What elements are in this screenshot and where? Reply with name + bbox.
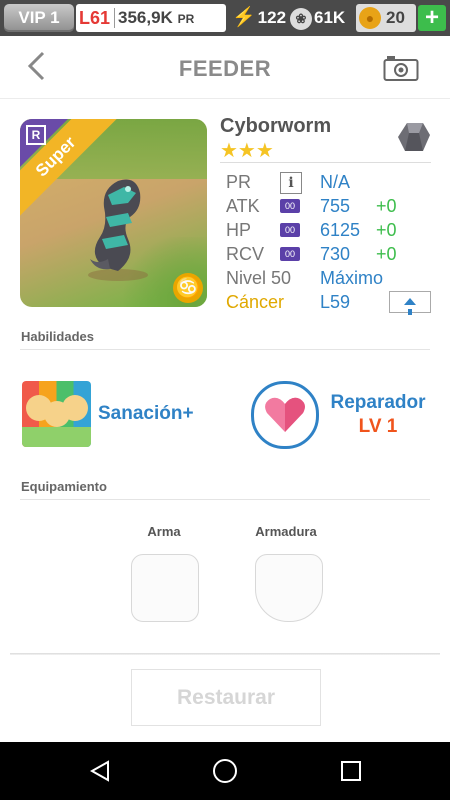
- level-label: Nivel 50: [226, 268, 292, 288]
- pr-value: 356,9K: [118, 8, 173, 27]
- armor-slot[interactable]: [255, 554, 323, 622]
- coin-counter[interactable]: ● 20: [356, 4, 416, 32]
- hp-label: HP: [226, 220, 252, 240]
- monster-image: [88, 179, 148, 281]
- sign-value: L59: [320, 292, 351, 312]
- stat-row-rcv: RCV 00 730 +0: [226, 242, 432, 266]
- monster-card[interactable]: Super R ♋: [20, 119, 207, 307]
- divider: [114, 8, 115, 28]
- skill2-name[interactable]: Reparador: [318, 392, 438, 414]
- nav-home-icon[interactable]: [213, 759, 237, 783]
- hp-badge: 00: [280, 223, 300, 237]
- stat-row-atk: ATK 00 755 +0: [226, 194, 432, 218]
- status-bar: VIP 1 L61 356,9K PR ⚡ 122 ❀ 61K ● 20 +: [0, 0, 450, 36]
- lightning-icon: ⚡: [232, 7, 256, 28]
- atk-value: 755: [320, 196, 351, 216]
- rcv-label: RCV: [226, 244, 265, 264]
- paw-icon: ❀: [290, 7, 312, 30]
- upgrade-arrow-button[interactable]: [389, 291, 431, 315]
- atk-label: ATK: [226, 196, 260, 216]
- bottom-divider: [10, 653, 440, 655]
- stat-row-hp: HP 00 6125 +0: [226, 218, 432, 242]
- info-icon[interactable]: i: [280, 172, 302, 194]
- skill1-name[interactable]: Sanación+: [98, 403, 194, 425]
- atk-badge: 00: [280, 199, 300, 213]
- level-pr-box[interactable]: L61 356,9K PR: [76, 4, 226, 32]
- player-level: L61: [79, 8, 111, 28]
- rcv-value: 730: [320, 244, 351, 264]
- vip-badge[interactable]: VIP 1: [4, 4, 74, 32]
- energy-value: 122: [257, 8, 287, 27]
- pr-unit: PR: [177, 12, 195, 26]
- armor-label: Armadura: [255, 524, 317, 539]
- player-pr: 356,9K PR: [118, 4, 194, 33]
- page-header: FEEDER: [0, 36, 450, 99]
- rcv-bonus: +0: [376, 244, 397, 264]
- weapon-slot[interactable]: [131, 554, 199, 622]
- atk-bonus: +0: [376, 196, 397, 216]
- hp-value: 6125: [320, 220, 361, 240]
- coin-icon: ●: [359, 7, 381, 29]
- add-coins-button[interactable]: +: [418, 5, 446, 31]
- sign-label: Cáncer: [226, 292, 285, 312]
- healing-skill-icon[interactable]: [22, 381, 91, 447]
- hp-bonus: +0: [376, 220, 397, 240]
- paw-value: 61K: [314, 8, 346, 27]
- heart-skill-icon[interactable]: [251, 381, 319, 449]
- nav-back-icon[interactable]: [89, 760, 111, 782]
- stat-row-level: Nivel 50 Máximo: [226, 266, 432, 290]
- cancer-zodiac-icon: ♋: [173, 273, 203, 303]
- up-arrow-icon: [404, 298, 416, 305]
- energy-counter[interactable]: ⚡ 122: [232, 4, 286, 32]
- level-value: Máximo: [320, 268, 384, 288]
- icon-ground: [22, 427, 91, 447]
- icon-face: [62, 395, 88, 421]
- info-divider: [220, 162, 431, 163]
- camera-icon[interactable]: [383, 54, 419, 82]
- equipment-title: Equipamiento: [21, 479, 107, 494]
- rcv-badge: 00: [280, 247, 300, 261]
- paw-counter[interactable]: ❀ 61K: [290, 4, 345, 32]
- coin-value: 20: [386, 8, 405, 27]
- pr-value: N/A: [320, 172, 351, 192]
- section-divider: [20, 349, 430, 350]
- system-nav-bar: [0, 742, 450, 800]
- pr-label: PR: [226, 172, 252, 192]
- restore-button[interactable]: Restaurar: [131, 669, 321, 726]
- monster-name: Cyborworm: [220, 115, 332, 137]
- nav-recents-icon[interactable]: [341, 761, 361, 781]
- section-divider: [20, 499, 430, 500]
- stat-row-pr: PR i N/A: [226, 170, 432, 194]
- element-gem-icon[interactable]: [397, 121, 431, 153]
- up-arrow-stem: [408, 309, 412, 315]
- rank-icon: R: [26, 125, 46, 145]
- weapon-label: Arma: [147, 524, 181, 539]
- skills-title: Habilidades: [21, 329, 94, 344]
- star-rating: ★★★: [220, 140, 274, 162]
- skill2-level: LV 1: [358, 416, 398, 437]
